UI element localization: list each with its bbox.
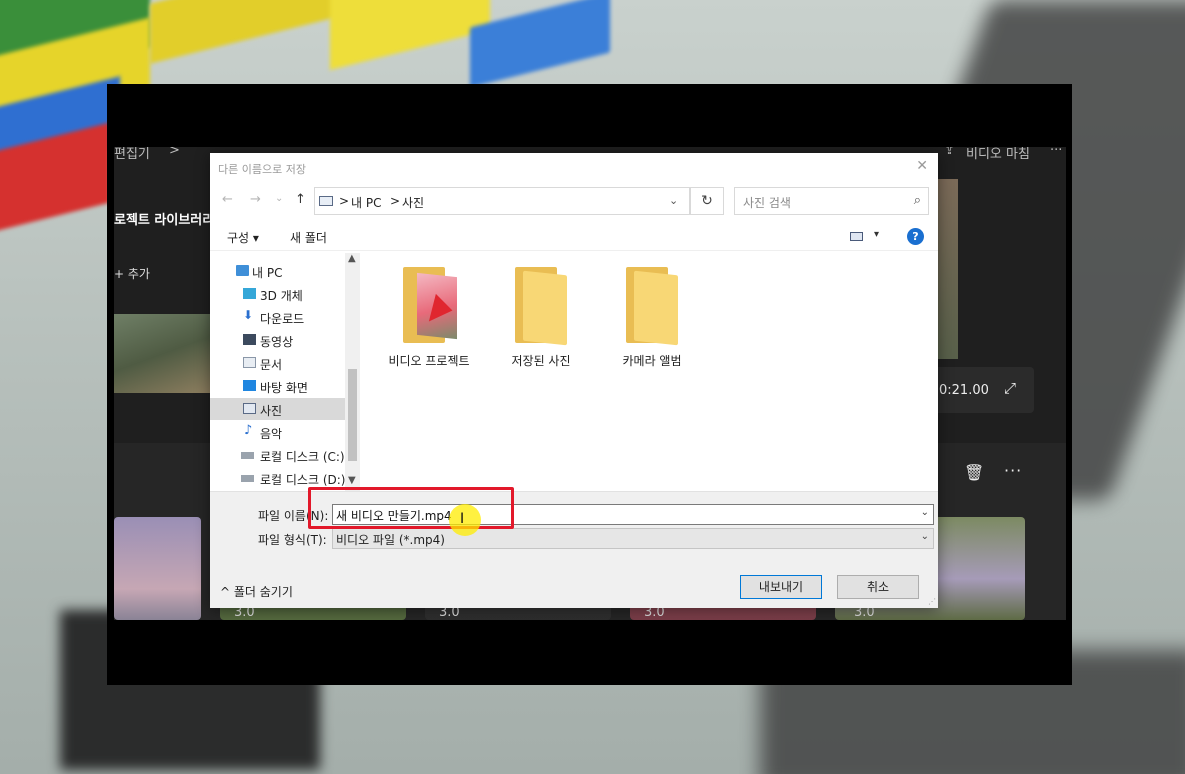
filetype-label: 파일 형식(T): xyxy=(258,533,327,547)
tree-item-videos[interactable]: 동영상 xyxy=(210,329,345,351)
cancel-button[interactable]: 취소 xyxy=(837,575,919,599)
breadcrumb-root[interactable]: 편집기 xyxy=(114,147,150,162)
tree-scrollbar[interactable]: ▲ ▼ xyxy=(345,253,360,491)
tree-item-label: 내 PC xyxy=(252,266,283,280)
chevron-down-icon[interactable]: ⌄ xyxy=(921,531,929,542)
breadcrumb-separator: > xyxy=(169,147,180,158)
text-cursor-icon: I xyxy=(460,511,465,527)
export-video-button[interactable]: 비디오 마침 xyxy=(966,147,1030,162)
recent-locations-icon[interactable]: ⌄ xyxy=(275,193,283,204)
tree-item-label: 사진 xyxy=(260,404,283,418)
tree-item-drive-c[interactable]: 로컬 디스크 (C:) xyxy=(210,444,345,466)
navigation-tree: 내 PC 3D 개체 ⬇ 다운로드 동영상 문서 바탕 화면 사진 ♪ 음악 로… xyxy=(210,253,360,491)
address-separator: > xyxy=(390,194,401,208)
tree-item-label: 3D 개체 xyxy=(260,289,303,303)
filetype-value: 비디오 파일 (*.mp4) xyxy=(336,533,445,547)
resize-grip-icon[interactable]: ⋰ xyxy=(928,597,936,606)
tree-item-pictures[interactable]: 사진 xyxy=(210,398,345,420)
tree-item-label: 음악 xyxy=(260,427,283,441)
tree-item-3d-objects[interactable]: 3D 개체 xyxy=(210,283,345,305)
storyboard-clip[interactable] xyxy=(114,517,201,620)
tree-item-desktop[interactable]: 바탕 화면 xyxy=(210,375,345,397)
view-dropdown-icon[interactable]: ▾ xyxy=(874,229,879,240)
address-bar[interactable]: > 내 PC > 사진 ⌄ xyxy=(314,187,690,215)
search-icon: ⌕ xyxy=(913,193,921,208)
folder-camera-roll[interactable]: 카메라 앨범 xyxy=(597,267,707,369)
tree-item-this-pc[interactable]: 내 PC xyxy=(210,260,345,282)
address-crumb-pc[interactable]: 내 PC xyxy=(351,194,381,211)
tree-item-label: 동영상 xyxy=(260,335,294,349)
cursor-highlight xyxy=(449,504,481,536)
tree-item-music[interactable]: ♪ 음악 xyxy=(210,421,345,443)
folder-video-projects[interactable]: 비디오 프로젝트 xyxy=(374,267,484,369)
search-input[interactable]: 사진 검색 ⌕ xyxy=(734,187,929,215)
folder-name: 저장된 사진 xyxy=(511,354,571,368)
dialog-title: 다른 이름으로 저장 xyxy=(218,163,306,176)
search-placeholder: 사진 검색 xyxy=(743,196,791,210)
media-thumbnail[interactable] xyxy=(114,314,214,393)
address-separator: > xyxy=(339,194,350,208)
add-media-button[interactable]: + 추가 xyxy=(114,265,150,282)
chevron-down-icon[interactable]: ⌄ xyxy=(921,507,929,518)
pc-icon xyxy=(236,265,249,276)
close-icon[interactable]: ✕ xyxy=(916,158,928,174)
folder-name: 카메라 앨범 xyxy=(622,354,682,368)
folder-icon xyxy=(401,267,457,343)
storyboard-more-icon[interactable]: ··· xyxy=(1004,461,1022,480)
timecode: 0:21.00 xyxy=(939,383,989,398)
folder-icon xyxy=(513,267,569,346)
help-icon[interactable]: ? xyxy=(907,228,924,245)
export-button[interactable]: 내보내기 xyxy=(740,575,822,599)
hide-folders-toggle[interactable]: ^ 폴더 숨기기 xyxy=(220,583,293,600)
tree-item-documents[interactable]: 문서 xyxy=(210,352,345,374)
scroll-down-icon[interactable]: ▼ xyxy=(348,475,356,486)
folder-saved-pictures[interactable]: 저장된 사진 xyxy=(486,267,596,369)
delete-icon[interactable]: 🗑 xyxy=(964,463,984,482)
drive-icon xyxy=(241,452,254,459)
music-icon: ♪ xyxy=(244,423,253,438)
view-options-icon[interactable] xyxy=(850,232,863,241)
download-icon: ⬇ xyxy=(243,308,254,322)
pictures-icon xyxy=(243,403,256,414)
chevron-down-icon[interactable]: ⌄ xyxy=(669,194,678,207)
address-crumb-pictures[interactable]: 사진 xyxy=(402,194,424,211)
export-video-icon[interactable]: ⇪ xyxy=(944,147,955,158)
tree-item-label: 다운로드 xyxy=(260,312,305,326)
forward-arrow-icon[interactable]: → xyxy=(250,192,261,207)
tree-item-label: 바탕 화면 xyxy=(260,381,308,395)
pictures-location-icon xyxy=(319,196,333,206)
organize-menu[interactable]: 구성 ▾ xyxy=(227,229,259,246)
drive-icon xyxy=(241,475,254,482)
scroll-up-icon[interactable]: ▲ xyxy=(348,253,356,264)
refresh-icon[interactable]: ↻ xyxy=(690,187,724,215)
3d-objects-icon xyxy=(243,288,256,299)
new-folder-button[interactable]: 새 폴더 xyxy=(290,229,327,246)
tree-item-label: 로컬 디스크 (D:) xyxy=(260,473,346,487)
filetype-select[interactable]: 비디오 파일 (*.mp4) ⌄ xyxy=(332,528,934,549)
tree-item-label: 문서 xyxy=(260,358,283,372)
videos-icon xyxy=(243,334,256,345)
scrollbar-thumb[interactable] xyxy=(348,369,357,461)
save-as-dialog: 다른 이름으로 저장 ✕ ← → ⌄ ↑ > 내 PC > 사진 ⌄ ↻ 사진 … xyxy=(210,153,938,608)
project-library-title: 로젝트 라이브러리 xyxy=(114,213,215,228)
divider xyxy=(210,250,938,251)
documents-icon xyxy=(243,357,256,368)
app-more-icon[interactable]: ··· xyxy=(1050,147,1062,158)
tree-item-drive-d[interactable]: 로컬 디스크 (D:) xyxy=(210,467,345,489)
fullscreen-icon[interactable]: ⤢ xyxy=(1004,379,1016,397)
folder-name: 비디오 프로젝트 xyxy=(388,354,470,368)
tree-item-label: 로컬 디스크 (C:) xyxy=(260,450,345,464)
up-arrow-icon[interactable]: ↑ xyxy=(295,192,306,207)
highlight-annotation-box xyxy=(308,487,514,529)
tree-item-downloads[interactable]: ⬇ 다운로드 xyxy=(210,306,345,328)
back-arrow-icon[interactable]: ← xyxy=(222,192,233,207)
folder-icon xyxy=(624,267,680,346)
desktop-icon xyxy=(243,380,256,391)
